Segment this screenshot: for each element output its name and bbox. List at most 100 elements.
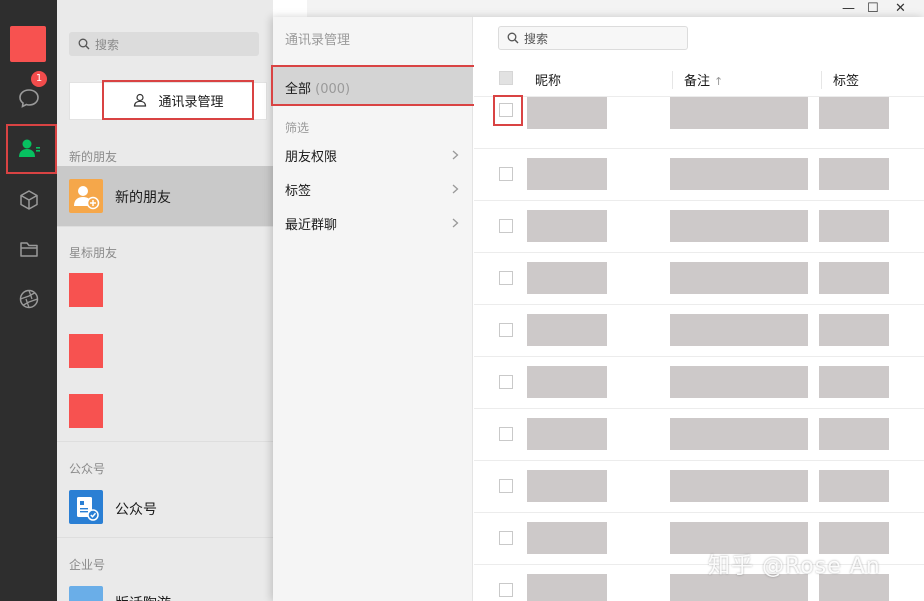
divider [57, 537, 273, 538]
nickname-placeholder [527, 470, 607, 502]
all-row-highlight [271, 65, 476, 106]
nickname-placeholder [527, 158, 607, 190]
aperture-icon [19, 289, 38, 309]
remark-placeholder [670, 262, 808, 294]
filter-label: 最近群聊 [285, 217, 338, 233]
files-button[interactable] [0, 229, 57, 269]
filter-section-title: 筛选 [285, 121, 310, 135]
filter-column: 通讯录管理 全部 (000) 筛选 朋友权限 标签 最近群聊 [271, 17, 476, 601]
starred-friend-avatar[interactable] [69, 394, 103, 428]
remark-placeholder [670, 97, 808, 129]
minimize-icon[interactable]: — [842, 1, 855, 16]
unread-badge: 1 [31, 71, 47, 87]
window-title: 通讯录管理 [285, 33, 351, 48]
nickname-placeholder [527, 97, 607, 129]
table-row[interactable] [474, 357, 924, 409]
tag-placeholder [819, 418, 889, 450]
divider [57, 441, 273, 442]
list-item-enterprise[interactable]: 版话陶游 [57, 583, 273, 601]
select-all-checkbox[interactable] [499, 71, 513, 85]
sort-ascending-icon: ↑ [714, 75, 724, 88]
chat-icon [18, 89, 39, 108]
remark-placeholder [670, 418, 808, 450]
tag-placeholder [819, 210, 889, 242]
search-icon [78, 38, 90, 50]
table-row[interactable] [474, 201, 924, 253]
table-header: 昵称 备注 ↑ 标签 [474, 65, 924, 97]
row-checkbox[interactable] [499, 375, 513, 389]
chevron-right-icon [452, 150, 459, 160]
remark-placeholder [670, 366, 808, 398]
contacts-list-panel: 搜索 通讯录管理 新的朋友 新的朋友 星标朋友 公众号 公众号 企业号 [57, 0, 273, 601]
row-checkbox[interactable] [499, 271, 513, 285]
tag-placeholder [819, 97, 889, 129]
nickname-placeholder [527, 314, 607, 346]
filter-friend-permissions[interactable]: 朋友权限 [273, 141, 473, 169]
favorites-button[interactable] [0, 180, 57, 220]
column-header-tag[interactable]: 标签 [833, 70, 859, 89]
table-row[interactable] [474, 253, 924, 305]
nickname-placeholder [527, 262, 607, 294]
search-icon [507, 32, 519, 44]
starred-friend-avatar[interactable] [69, 273, 103, 307]
user-avatar[interactable] [10, 26, 46, 62]
row-checkbox[interactable] [499, 479, 513, 493]
filter-tags[interactable]: 标签 [273, 175, 473, 203]
contacts-highlight [6, 124, 57, 174]
chevron-right-icon [452, 184, 459, 194]
person-outline-icon [134, 93, 147, 107]
remark-placeholder [670, 210, 808, 242]
official-accounts-label: 公众号 [115, 502, 157, 518]
list-item-official-accounts[interactable]: 公众号 [57, 486, 273, 530]
nickname-placeholder [527, 574, 607, 601]
row-checkbox[interactable] [499, 427, 513, 441]
contacts-table-area: 搜索 昵称 备注 ↑ 标签 [474, 17, 924, 601]
enterprise-label: 版话陶游 [115, 593, 171, 601]
nickname-placeholder [527, 522, 607, 554]
divider [57, 226, 273, 227]
table-row[interactable] [474, 149, 924, 201]
section-header-starred: 星标朋友 [69, 246, 118, 260]
section-header-new-friends: 新的朋友 [69, 150, 118, 164]
filter-label: 标签 [285, 183, 312, 199]
row-checkbox[interactable] [499, 167, 513, 181]
contacts-search-input[interactable]: 搜索 [69, 32, 259, 56]
list-item-new-friends[interactable]: 新的朋友 [57, 166, 273, 226]
first-checkbox-highlight [493, 95, 523, 126]
close-icon[interactable]: ✕ [895, 1, 906, 16]
search-placeholder: 搜索 [524, 31, 549, 46]
app-sidebar: 1 [0, 0, 57, 601]
official-account-icon [69, 490, 103, 524]
new-friend-icon [69, 179, 103, 213]
search-placeholder: 搜索 [95, 37, 120, 52]
chevron-right-icon [452, 218, 459, 228]
cube-icon [19, 190, 38, 210]
column-header-nickname[interactable]: 昵称 [535, 70, 561, 89]
column-separator [821, 71, 822, 89]
row-checkbox[interactable] [499, 583, 513, 597]
filter-recent-groups[interactable]: 最近群聊 [273, 209, 473, 237]
remark-placeholder [670, 314, 808, 346]
table-row[interactable] [474, 97, 924, 149]
row-checkbox[interactable] [499, 323, 513, 337]
tag-placeholder [819, 470, 889, 502]
enterprise-icon [69, 586, 103, 601]
column-header-remark[interactable]: 备注 ↑ [684, 70, 723, 89]
manage-contacts-button[interactable]: 通讯录管理 [102, 80, 254, 120]
maximize-icon[interactable]: ☐ [867, 1, 879, 16]
moments-button[interactable] [0, 279, 57, 319]
table-search-input[interactable]: 搜索 [498, 26, 688, 50]
tag-placeholder [819, 262, 889, 294]
table-row[interactable] [474, 409, 924, 461]
tag-placeholder [819, 158, 889, 190]
nickname-placeholder [527, 366, 607, 398]
table-row[interactable] [474, 305, 924, 357]
row-checkbox[interactable] [499, 531, 513, 545]
table-row[interactable] [474, 461, 924, 513]
section-header-official: 公众号 [69, 462, 106, 476]
watermark: 知乎 @Rose An [708, 554, 881, 579]
nickname-placeholder [527, 210, 607, 242]
row-checkbox[interactable] [499, 219, 513, 233]
starred-friend-avatar[interactable] [69, 334, 103, 368]
chat-button[interactable]: 1 [0, 71, 57, 118]
